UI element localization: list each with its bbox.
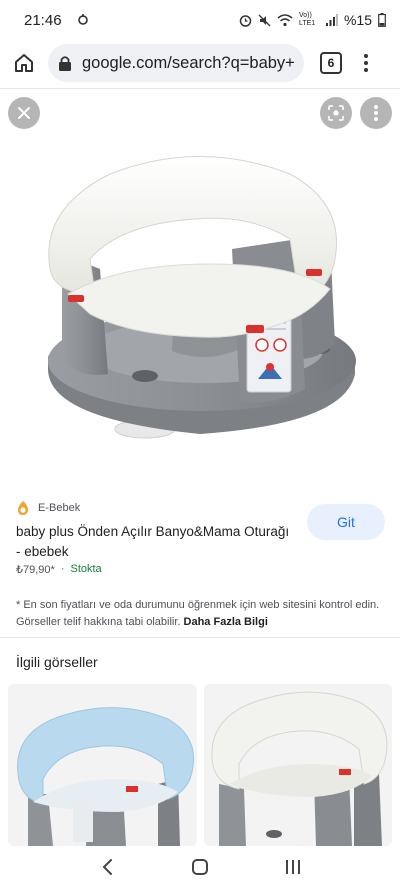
source-row[interactable]: E-Bebek <box>16 500 80 516</box>
battery-icon <box>378 13 386 27</box>
network-label: Vo)) LTE1 <box>298 12 316 27</box>
status-right: Vo)) LTE1 %15 <box>239 12 386 28</box>
mute-icon <box>258 14 271 26</box>
price-separator: · <box>60 563 65 575</box>
nav-home-button[interactable] <box>180 852 220 882</box>
result-title[interactable]: baby plus Önden Açılır Banyo&Mama Oturağ… <box>16 522 296 562</box>
recents-icon <box>286 860 301 874</box>
availability: Stokta <box>70 563 102 575</box>
lens-button[interactable] <box>320 97 352 129</box>
related-image-2[interactable] <box>204 684 392 846</box>
menu-dot <box>364 61 368 65</box>
wifi-icon <box>277 13 293 26</box>
product-image <box>48 156 356 439</box>
price: ₺79,90* <box>16 564 55 576</box>
related-images-heading: İlgili görseller <box>16 654 98 670</box>
more-info-link[interactable]: Daha Fazla Bilgi <box>184 616 268 628</box>
lock-icon <box>59 56 71 71</box>
alarm-icon <box>239 14 252 27</box>
ebebek-logo-icon <box>18 501 28 515</box>
visit-button[interactable]: Git <box>307 504 385 540</box>
status-bar: 21:46 Vo)) LTE1 %15 <box>0 0 400 40</box>
browser-toolbar: google.com/search?q=baby+ 6 <box>0 40 400 86</box>
divider <box>0 637 400 638</box>
close-icon <box>18 107 30 119</box>
back-icon <box>102 859 112 875</box>
disclaimer: * En son fiyatları ve oda durumunu öğren… <box>16 597 386 630</box>
home-button[interactable] <box>8 47 40 79</box>
close-button[interactable] <box>8 97 40 129</box>
notification-icon <box>77 14 88 25</box>
url-text: google.com/search?q=baby+ <box>82 53 294 72</box>
image-viewer[interactable] <box>0 89 400 487</box>
home-icon <box>15 54 33 72</box>
address-bar[interactable]: google.com/search?q=baby+ <box>48 44 304 82</box>
lens-icon <box>328 105 344 121</box>
menu-dot <box>364 68 368 72</box>
browser-menu-button[interactable] <box>356 47 376 79</box>
source-name: E-Bebek <box>38 502 81 514</box>
status-time: 21:46 <box>24 11 62 29</box>
nav-home-icon <box>191 859 208 875</box>
battery-percent: %15 <box>343 12 372 28</box>
price-row: ₺79,90* · Stokta <box>16 563 102 576</box>
nav-recents-button[interactable] <box>273 852 313 882</box>
related-image-1-picture <box>8 684 197 846</box>
related-image-2-picture <box>204 684 392 846</box>
menu-dot <box>364 54 368 58</box>
more-vert-icon <box>374 105 378 121</box>
nav-back-button[interactable] <box>87 852 127 882</box>
tab-switcher-button[interactable]: 6 <box>320 52 342 74</box>
system-navbar <box>0 846 400 888</box>
more-options-button[interactable] <box>360 97 392 129</box>
signal-icon <box>325 13 338 26</box>
related-image-1[interactable] <box>8 684 197 846</box>
